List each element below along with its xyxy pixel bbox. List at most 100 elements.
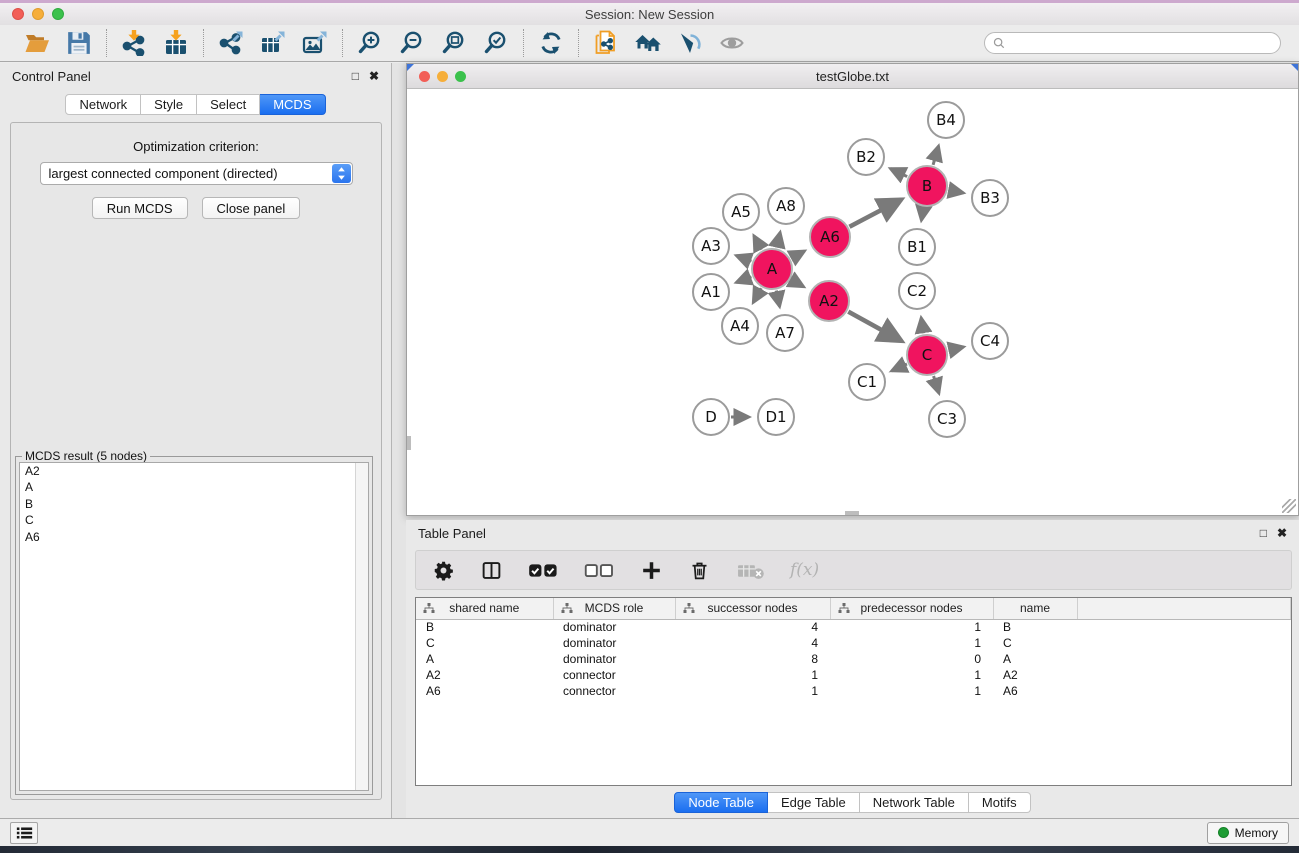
table-cell[interactable]: A6 xyxy=(416,683,553,699)
graph-edge-A-A2[interactable] xyxy=(791,280,804,287)
table-row[interactable]: Adominator80A xyxy=(416,651,1291,667)
show-graphics-details-icon[interactable] xyxy=(676,29,704,57)
table-close-panel-icon[interactable]: ✖ xyxy=(1277,527,1287,539)
mcds-result-item[interactable]: A2 xyxy=(20,463,368,480)
deselect-all-rows-icon[interactable] xyxy=(584,558,614,582)
hide-details-icon[interactable] xyxy=(718,29,746,57)
graph-node-B2[interactable]: B2 xyxy=(847,138,885,176)
mcds-result-list[interactable]: A2ABCA6 xyxy=(19,462,369,791)
graph-node-C3[interactable]: C3 xyxy=(928,400,966,438)
refresh-view-icon[interactable] xyxy=(537,29,565,57)
graph-node-A6[interactable]: A6 xyxy=(809,216,851,258)
table-cell[interactable]: B xyxy=(993,619,1077,635)
graph-edge-A-A8[interactable] xyxy=(777,232,780,247)
memory-button[interactable]: Memory xyxy=(1207,822,1289,844)
column-header-shared-name[interactable]: shared name xyxy=(416,598,553,619)
graph-edge-A-A3[interactable] xyxy=(736,256,751,262)
table-cell[interactable]: dominator xyxy=(553,619,675,635)
export-image-icon[interactable] xyxy=(301,29,329,57)
close-panel-icon[interactable]: ✖ xyxy=(369,70,379,82)
zoom-in-icon[interactable] xyxy=(356,29,384,57)
column-visibility-icon[interactable] xyxy=(480,558,502,582)
graph-edge-A-A1[interactable] xyxy=(736,277,751,283)
graph-node-A8[interactable]: A8 xyxy=(767,187,805,225)
mcds-result-item[interactable]: A6 xyxy=(20,529,368,546)
tab-network[interactable]: Network xyxy=(65,94,141,115)
graph-node-A2[interactable]: A2 xyxy=(808,280,850,322)
graph-edge-B-B2[interactable] xyxy=(890,169,907,177)
table-cell[interactable]: B xyxy=(416,619,553,635)
table-cell[interactable]: A xyxy=(993,651,1077,667)
graph-edge-A-A5[interactable] xyxy=(754,236,762,250)
graph-node-A3[interactable]: A3 xyxy=(692,227,730,265)
table-row[interactable]: A6connector11A6 xyxy=(416,683,1291,699)
table-row[interactable]: Cdominator41C xyxy=(416,635,1291,651)
zoom-fit-icon[interactable] xyxy=(440,29,468,57)
tab-select[interactable]: Select xyxy=(197,94,260,115)
graph-node-C4[interactable]: C4 xyxy=(971,322,1009,360)
table-row[interactable]: Bdominator41B xyxy=(416,619,1291,635)
network-canvas[interactable]: B4B2BB3A8A5A6A3B1AA1C2A2A4A7C4CC1C3DD1 xyxy=(407,89,1298,515)
graph-node-A1[interactable]: A1 xyxy=(692,273,730,311)
graph-node-D[interactable]: D xyxy=(692,398,730,436)
table-cell[interactable]: 8 xyxy=(675,651,830,667)
graph-edge-A-A4[interactable] xyxy=(753,288,761,302)
table-cell[interactable]: C xyxy=(416,635,553,651)
table-cell[interactable]: 1 xyxy=(675,667,830,683)
table-cell[interactable]: A6 xyxy=(993,683,1077,699)
table-cell[interactable]: 0 xyxy=(830,651,993,667)
graph-node-A5[interactable]: A5 xyxy=(722,193,760,231)
tab-style[interactable]: Style xyxy=(141,94,197,115)
table-cell[interactable]: connector xyxy=(553,667,675,683)
zoom-selected-icon[interactable] xyxy=(482,29,510,57)
mcds-result-item[interactable]: A xyxy=(20,480,368,497)
mcds-result-item[interactable]: B xyxy=(20,496,368,513)
graph-node-D1[interactable]: D1 xyxy=(757,398,795,436)
table-cell[interactable]: 4 xyxy=(675,635,830,651)
column-header-MCDS-role[interactable]: MCDS role xyxy=(553,598,675,619)
table-cell[interactable]: 1 xyxy=(830,683,993,699)
table-row[interactable]: A2connector11A2 xyxy=(416,667,1291,683)
zoom-out-icon[interactable] xyxy=(398,29,426,57)
export-network-icon[interactable] xyxy=(217,29,245,57)
tab-motifs[interactable]: Motifs xyxy=(969,792,1031,813)
table-cell[interactable]: A2 xyxy=(416,667,553,683)
result-scrollbar[interactable] xyxy=(355,463,368,790)
graph-edge-A-A6[interactable] xyxy=(791,251,804,258)
graph-edge-A6-B[interactable] xyxy=(849,199,901,226)
graph-node-B1[interactable]: B1 xyxy=(898,228,936,266)
table-cell[interactable]: 1 xyxy=(830,619,993,635)
graph-edge-A2-C[interactable] xyxy=(848,312,901,341)
run-mcds-button[interactable]: Run MCDS xyxy=(92,197,188,219)
table-cell[interactable]: A xyxy=(416,651,553,667)
graph-node-A4[interactable]: A4 xyxy=(721,307,759,345)
table-float-panel-icon[interactable]: □ xyxy=(1260,527,1267,539)
table-cell[interactable]: 4 xyxy=(675,619,830,635)
open-file-icon[interactable] xyxy=(23,29,51,57)
graph-node-A7[interactable]: A7 xyxy=(766,314,804,352)
table-cell[interactable]: 1 xyxy=(830,635,993,651)
save-session-icon[interactable] xyxy=(65,29,93,57)
graph-edge-C-C1[interactable] xyxy=(892,364,907,371)
table-cell[interactable]: dominator xyxy=(553,635,675,651)
tab-mcds[interactable]: MCDS xyxy=(260,94,325,115)
resize-grip-icon[interactable] xyxy=(1282,499,1296,513)
column-header-successor-nodes[interactable]: successor nodes xyxy=(675,598,830,619)
graph-edge-B-B3[interactable] xyxy=(949,190,964,193)
import-table-icon[interactable] xyxy=(162,29,190,57)
tab-edge-table[interactable]: Edge Table xyxy=(768,792,860,813)
graph-edge-A-A7[interactable] xyxy=(776,291,779,307)
table-cell[interactable]: 1 xyxy=(830,667,993,683)
tab-node-table[interactable]: Node Table xyxy=(674,792,768,813)
graph-node-A[interactable]: A xyxy=(751,248,793,290)
search-input[interactable] xyxy=(984,32,1281,54)
table-cell[interactable]: 1 xyxy=(675,683,830,699)
mcds-result-item[interactable]: C xyxy=(20,513,368,530)
import-network-icon[interactable] xyxy=(120,29,148,57)
network-from-selection-icon[interactable] xyxy=(592,29,620,57)
task-history-button[interactable] xyxy=(10,822,38,844)
table-settings-icon[interactable] xyxy=(432,558,454,582)
graph-node-C2[interactable]: C2 xyxy=(898,272,936,310)
graph-node-C1[interactable]: C1 xyxy=(848,363,886,401)
column-header-predecessor-nodes[interactable]: predecessor nodes xyxy=(830,598,993,619)
